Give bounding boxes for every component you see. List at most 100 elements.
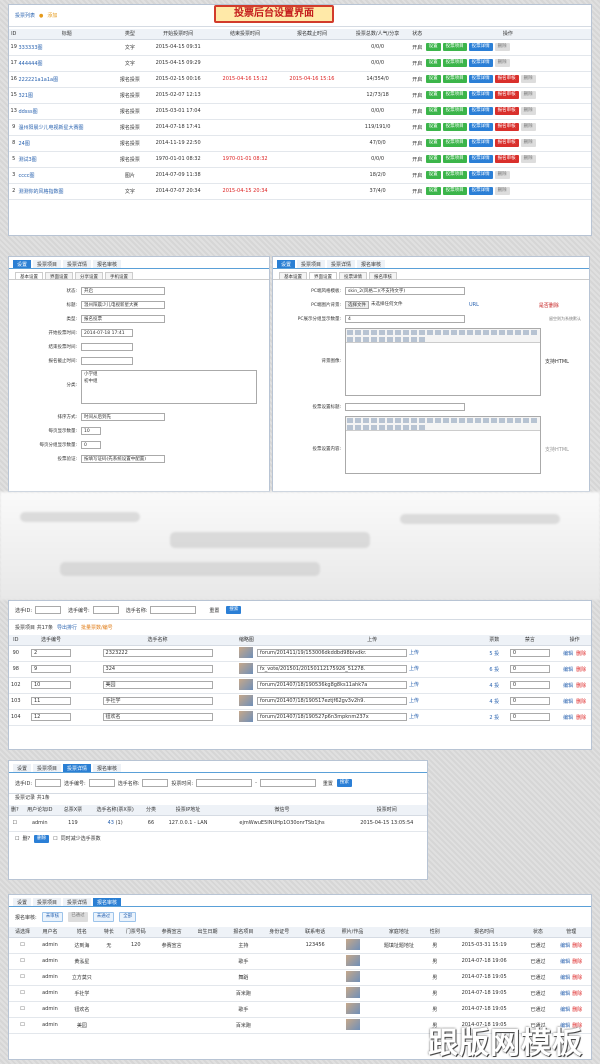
tab-item[interactable]: 设置 <box>13 764 32 772</box>
toolbar-button-icon[interactable] <box>531 330 537 335</box>
detail-search-button[interactable]: 搜索 <box>336 779 352 787</box>
action-button[interactable]: 设置 <box>425 75 441 83</box>
row-checkbox[interactable]: ☐ <box>13 820 17 826</box>
subtab-item[interactable]: 界面设置 <box>309 272 337 280</box>
subtab-item[interactable]: 手机设置 <box>105 272 133 280</box>
toolbar-button-icon[interactable] <box>507 418 513 423</box>
action-button[interactable]: 投票详情 <box>468 139 493 147</box>
row-checkbox[interactable]: ☐ <box>9 937 36 954</box>
delete-link[interactable]: 删除 <box>576 715 586 721</box>
toolbar-button-icon[interactable] <box>411 418 417 423</box>
row-title[interactable]: 测试3图 <box>18 151 115 168</box>
toolbar-button-icon[interactable] <box>427 330 433 335</box>
delete-button[interactable]: 删除 <box>34 834 50 843</box>
toolbar-button-icon[interactable] <box>515 418 521 423</box>
toolbar-button-icon[interactable] <box>395 418 401 423</box>
toolbar-button-icon[interactable] <box>499 418 505 423</box>
toolbar-button-icon[interactable] <box>387 425 393 430</box>
tab-item[interactable]: 投票详情 <box>63 260 92 268</box>
toolbar-button-icon[interactable] <box>403 425 409 430</box>
item-no-input[interactable]: 2 <box>30 649 71 657</box>
toolbar-button-icon[interactable] <box>395 425 401 430</box>
item-no-input[interactable]: 10 <box>30 681 71 689</box>
player-name-input[interactable] <box>150 606 197 614</box>
action-button[interactable]: 报名审核 <box>494 107 519 115</box>
toolbar-button-icon[interactable] <box>467 418 473 423</box>
action-button[interactable]: 删除 <box>520 155 536 163</box>
player-no-input[interactable] <box>92 606 119 614</box>
delete-link[interactable]: 删除 <box>576 667 586 673</box>
toolbar-button-icon[interactable] <box>523 418 529 423</box>
image-path-input[interactable]: forum/201407/18/190536kg8g8ks11ahk7a <box>257 681 407 689</box>
edit-link[interactable]: 编辑 <box>560 959 570 965</box>
action-button[interactable]: 投票项目 <box>442 155 467 163</box>
toolbar-button-icon[interactable] <box>371 418 377 423</box>
item-name-input[interactable]: 美园 <box>102 681 213 689</box>
action-button[interactable]: 投票详情 <box>468 107 493 115</box>
action-button[interactable]: 投票项目 <box>442 91 467 99</box>
select-all-checkbox[interactable]: ☐ <box>15 836 19 842</box>
action-button[interactable]: 设置 <box>425 171 441 179</box>
reduce-checkbox[interactable]: ☐ <box>53 836 57 842</box>
toolbar-button-icon[interactable] <box>419 418 425 423</box>
toolbar-button-icon[interactable] <box>475 330 481 335</box>
field-input[interactable]: 2014-07-18 17:41 <box>81 329 133 337</box>
export-link[interactable]: 导出排行 <box>57 624 77 631</box>
action-button[interactable]: 设置 <box>425 59 441 67</box>
action-button[interactable]: 投票项目 <box>442 171 467 179</box>
row-title[interactable]: 测测你的风格指数图 <box>18 183 115 200</box>
toolbar-button-icon[interactable] <box>451 330 457 335</box>
action-button[interactable]: 删除 <box>494 187 510 195</box>
group-count-input[interactable]: 4 <box>345 315 465 323</box>
delete-link[interactable]: 删除 <box>572 943 582 949</box>
toolbar-button-icon[interactable] <box>387 337 393 342</box>
row-checkbox[interactable]: ☐ <box>9 953 36 970</box>
row-checkbox[interactable]: ☐ <box>9 1017 36 1034</box>
ban-input[interactable]: 0 <box>509 649 550 657</box>
item-votes[interactable]: 6 投 <box>487 661 502 678</box>
time-end-input[interactable] <box>259 779 316 787</box>
action-button[interactable]: 设置 <box>425 139 441 147</box>
toolbar-button-icon[interactable] <box>395 330 401 335</box>
toolbar-button-icon[interactable] <box>483 330 489 335</box>
add-link[interactable]: 添加 <box>47 12 57 19</box>
subtab-item[interactable]: 基本设置 <box>279 272 307 280</box>
row-title[interactable]: 321图 <box>18 87 115 104</box>
edit-link[interactable]: 编辑 <box>563 699 573 705</box>
row-checkbox[interactable]: ☐ <box>9 985 36 1002</box>
row-title[interactable]: cccc图 <box>18 167 115 184</box>
delete-link[interactable]: 删除 <box>576 699 586 705</box>
action-button[interactable]: 投票详情 <box>468 75 493 83</box>
template-select[interactable]: skin_2(风格二)(不支持文字) <box>345 287 465 295</box>
action-button[interactable]: 报名审核 <box>494 139 519 147</box>
item-no-input[interactable]: 11 <box>30 697 71 705</box>
toolbar-button-icon[interactable] <box>531 418 537 423</box>
action-button[interactable]: 删除 <box>520 123 536 131</box>
toolbar-button-icon[interactable] <box>371 330 377 335</box>
ban-input[interactable]: 0 <box>509 665 550 673</box>
action-button[interactable]: 投票项目 <box>442 59 467 67</box>
action-button[interactable]: 报名审核 <box>494 123 519 131</box>
toolbar-button-icon[interactable] <box>355 337 361 342</box>
toolbar-button-icon[interactable] <box>395 337 401 342</box>
ban-input[interactable]: 0 <box>509 713 550 721</box>
detail-name-input[interactable] <box>142 779 169 787</box>
toolbar-button-icon[interactable] <box>363 425 369 430</box>
action-button[interactable]: 投票项目 <box>442 107 467 115</box>
toolbar-button-icon[interactable] <box>467 330 473 335</box>
time-start-input[interactable] <box>196 779 253 787</box>
toolbar-button-icon[interactable] <box>443 330 449 335</box>
subtab-item[interactable]: 界面设置 <box>45 272 73 280</box>
action-button[interactable]: 投票项目 <box>442 43 467 51</box>
field-input[interactable]: 10 <box>81 427 101 435</box>
search-button[interactable]: 搜索 <box>226 606 242 614</box>
toolbar-button-icon[interactable] <box>355 425 361 430</box>
action-button[interactable]: 投票详情 <box>468 123 493 131</box>
toolbar-button-icon[interactable] <box>403 330 409 335</box>
toolbar-button-icon[interactable] <box>371 425 377 430</box>
action-button[interactable]: 删除 <box>494 43 510 51</box>
tab-item[interactable]: 投票详情 <box>327 260 356 268</box>
toolbar-button-icon[interactable] <box>483 418 489 423</box>
item-votes[interactable]: 4 投 <box>487 693 502 710</box>
action-button[interactable]: 投票项目 <box>442 187 467 195</box>
